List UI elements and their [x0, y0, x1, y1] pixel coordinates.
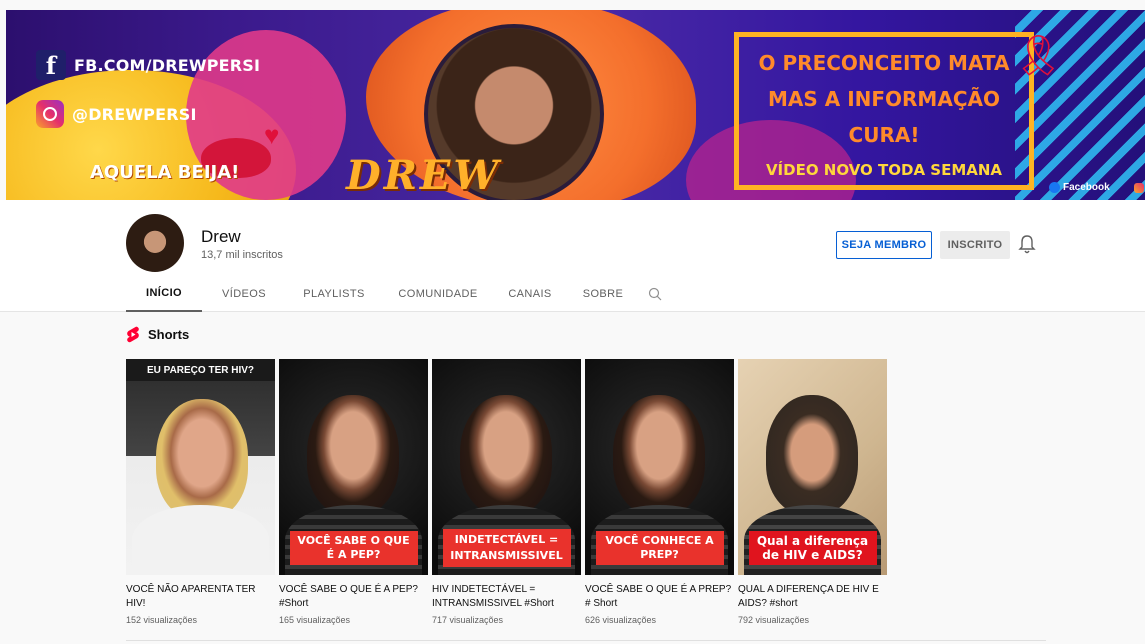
short-title[interactable]: QUAL A DIFERENÇA DE HIV E AIDS? #short: [738, 583, 887, 611]
short-card[interactable]: VOCÊ CONHECE A PREP? VOCÊ SABE O QUE É A…: [585, 359, 734, 625]
short-title[interactable]: VOCÊ SABE O QUE É A PREP? # Short: [585, 583, 734, 611]
short-view-count: 792 visualizações: [738, 615, 810, 625]
short-caption: INDETECTÁVEL = INTRANSMISSIVEL: [442, 529, 571, 567]
short-thumbnail[interactable]: Qual a diferença de HIV e AIDS?: [738, 359, 887, 575]
short-thumbnail[interactable]: EU PAREÇO TER HIV?: [126, 359, 275, 575]
subscriber-count: 13,7 mil inscritos: [201, 249, 283, 261]
tab-channels[interactable]: CANAIS: [494, 276, 566, 312]
section-divider: [126, 640, 1046, 641]
short-top-caption: EU PAREÇO TER HIV?: [126, 359, 275, 381]
promo-line-2: MAS A INFORMAÇÃO CURA!: [768, 87, 1000, 147]
short-card[interactable]: EU PAREÇO TER HIV? VOCÊ NÃO APARENTA TER…: [126, 359, 275, 625]
facebook-handle-text: FB.COM/DREWPERSI: [74, 55, 261, 75]
promo-line-1: O PRECONCEITO MATA: [758, 51, 1010, 75]
tab-about[interactable]: SOBRE: [566, 276, 640, 312]
shorts-section-heading: Shorts: [126, 326, 189, 343]
facebook-icon: f: [36, 50, 66, 80]
tab-playlists[interactable]: PLAYLISTS: [286, 276, 382, 312]
youtube-channel-page: f FB.COM/DREWPERSI @DREWPERSI ♥ AQUELA B…: [0, 0, 1145, 644]
short-card[interactable]: Qual a diferença de HIV e AIDS? QUAL A D…: [738, 359, 887, 625]
short-view-count: 626 visualizações: [585, 615, 657, 625]
shorts-heading-label: Shorts: [148, 327, 190, 342]
banner-facebook-handle: f FB.COM/DREWPERSI: [36, 50, 260, 80]
short-view-count: 717 visualizações: [432, 615, 504, 625]
channel-search-button[interactable]: [640, 276, 670, 312]
channel-tabs: INÍCIO VÍDEOS PLAYLISTS COMUNIDADE CANAI…: [126, 276, 670, 312]
awareness-ribbon-icon: 🎗: [1013, 34, 1064, 78]
instagram-icon: [36, 100, 64, 128]
short-title[interactable]: HIV INDETECTÁVEL = INTRANSMISSIVEL #Shor…: [432, 583, 581, 611]
short-thumbnail[interactable]: VOCÊ SABE O QUE É A PEP?: [279, 359, 428, 575]
short-caption: VOCÊ SABE O QUE É A PEP?: [289, 531, 418, 565]
channel-header: Drew 13,7 mil inscritos SEJA MEMBRO INSC…: [0, 200, 1145, 312]
banner-tagline: AQUELA BEIJA!: [90, 162, 240, 183]
short-title[interactable]: VOCÊ NÃO APARENTA TER HIV!: [126, 583, 275, 611]
short-card[interactable]: VOCÊ SABE O QUE É A PEP? VOCÊ SABE O QUE…: [279, 359, 428, 625]
short-thumbnail[interactable]: INDETECTÁVEL = INTRANSMISSIVEL: [432, 359, 581, 575]
tab-videos[interactable]: VÍDEOS: [202, 276, 286, 312]
channel-banner: f FB.COM/DREWPERSI @DREWPERSI ♥ AQUELA B…: [6, 10, 1145, 200]
banner-facebook-link[interactable]: Facebook: [1049, 182, 1110, 193]
banner-promo-box: O PRECONCEITO MATA MAS A INFORMAÇÃO CURA…: [734, 32, 1034, 190]
heart-icon: ♥: [264, 120, 280, 150]
shorts-icon: [127, 326, 139, 343]
short-caption: VOCÊ CONHECE A PREP?: [595, 531, 724, 565]
short-view-count: 152 visualizações: [126, 615, 198, 625]
shorts-shelf: EU PAREÇO TER HIV? VOCÊ NÃO APARENTA TER…: [126, 359, 887, 625]
search-icon: [648, 287, 662, 301]
short-view-count: 165 visualizações: [279, 615, 351, 625]
instagram-handle-text: @DREWPERSI: [72, 104, 197, 124]
channel-name: Drew: [201, 227, 241, 246]
avatar[interactable]: [126, 214, 184, 272]
short-caption: Qual a diferença de HIV e AIDS?: [748, 531, 877, 565]
subscribed-button[interactable]: INSCRITO: [940, 231, 1010, 259]
bell-icon[interactable]: [1017, 234, 1037, 256]
facebook-icon: [1049, 182, 1060, 193]
short-card[interactable]: INDETECTÁVEL = INTRANSMISSIVEL HIV INDET…: [432, 359, 581, 625]
tab-home[interactable]: INÍCIO: [126, 276, 202, 312]
join-membership-button[interactable]: SEJA MEMBRO: [836, 231, 932, 259]
banner-instagram-link-icon[interactable]: [1134, 183, 1144, 193]
banner-logo: DREW: [346, 152, 502, 199]
short-title[interactable]: VOCÊ SABE O QUE É A PEP? #Short: [279, 583, 428, 611]
banner-instagram-handle: @DREWPERSI: [36, 100, 197, 128]
short-thumbnail[interactable]: VOCÊ CONHECE A PREP?: [585, 359, 734, 575]
tab-community[interactable]: COMUNIDADE: [382, 276, 494, 312]
banner-facebook-link-label: Facebook: [1063, 182, 1110, 193]
promo-line-3: VÍDEO NOVO TODA SEMANA: [765, 161, 1003, 179]
